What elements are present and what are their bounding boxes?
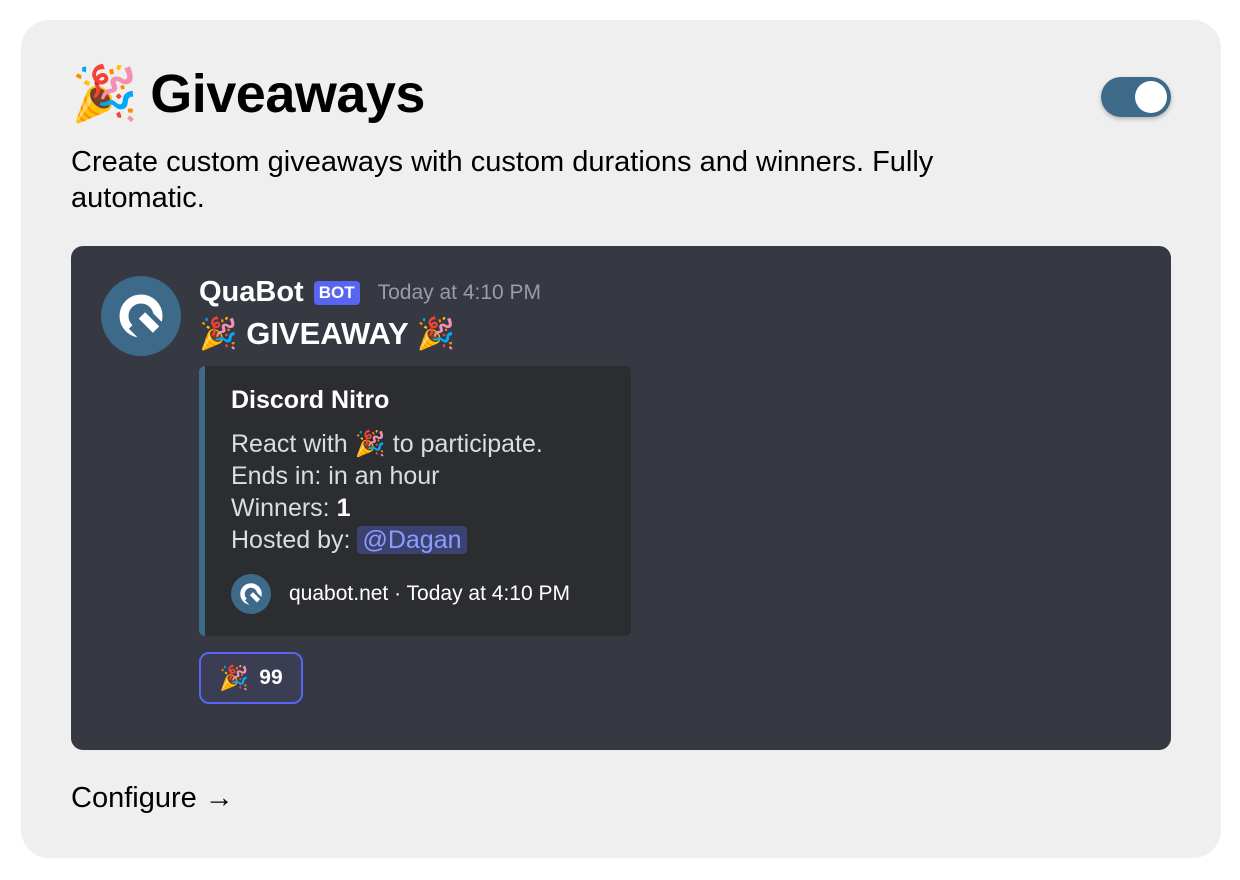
footer-icon [231,574,271,614]
ends-line: Ends in: in an hour [231,460,543,492]
winners-label: Winners: [231,494,330,522]
page-title: Giveaways [150,64,425,124]
reaction-count: 99 [259,666,283,689]
quabot-logo-icon [119,294,168,348]
message-header: QuaBot BOT Today at 4:10 PM [199,276,541,309]
module-toggle[interactable] [1101,77,1171,117]
react-line: React with 🎉 to participate. [231,428,543,460]
winners-line: Winners: 1 [231,492,543,524]
message-timestamp: Today at 4:10 PM [377,280,542,304]
footer-text: quabot.net · Today at 4:10 PM [289,582,570,605]
giveaways-card: 🎉 Giveaways Create custom giveaways with… [21,20,1221,858]
embed-title: Discord Nitro [231,386,390,414]
giveaway-embed: Discord Nitro React with 🎉 to participat… [199,366,631,636]
react-prefix: React with [231,430,348,458]
arrow-right-icon: → [204,782,234,814]
party-popper-icon: 🎉 [354,430,386,458]
hosted-label: Hosted by: [231,526,351,554]
discord-message-preview: QuaBot BOT Today at 4:10 PM 🎉 GIVEAWAY 🎉… [71,246,1171,750]
quabot-logo-icon [240,583,265,610]
quabot-avatar [101,276,181,356]
title-row: 🎉 Giveaways [71,64,425,124]
ends-label: Ends in: [231,462,322,490]
configure-label: Configure [71,782,197,814]
toggle-knob [1135,81,1167,113]
configure-link[interactable]: Configure → [71,782,234,815]
party-popper-icon: 🎉 [71,64,139,124]
ends-value: in an hour [328,462,440,490]
embed-body: React with 🎉 to participate. Ends in: in… [231,428,543,556]
party-popper-icon: 🎉 [219,664,250,692]
embed-footer: quabot.net · Today at 4:10 PM [231,574,570,614]
bot-badge: BOT [313,280,360,305]
author-name[interactable]: QuaBot [199,276,304,309]
react-suffix: to participate. [392,430,543,458]
winners-value: 1 [336,494,351,522]
reaction-button[interactable]: 🎉 99 [199,652,303,704]
host-mention[interactable]: @Dagan [357,526,467,554]
message-content: 🎉 GIVEAWAY 🎉 [199,316,456,351]
module-description: Create custom giveaways with custom dura… [71,146,934,214]
hosted-line: Hosted by: @Dagan [231,524,543,556]
